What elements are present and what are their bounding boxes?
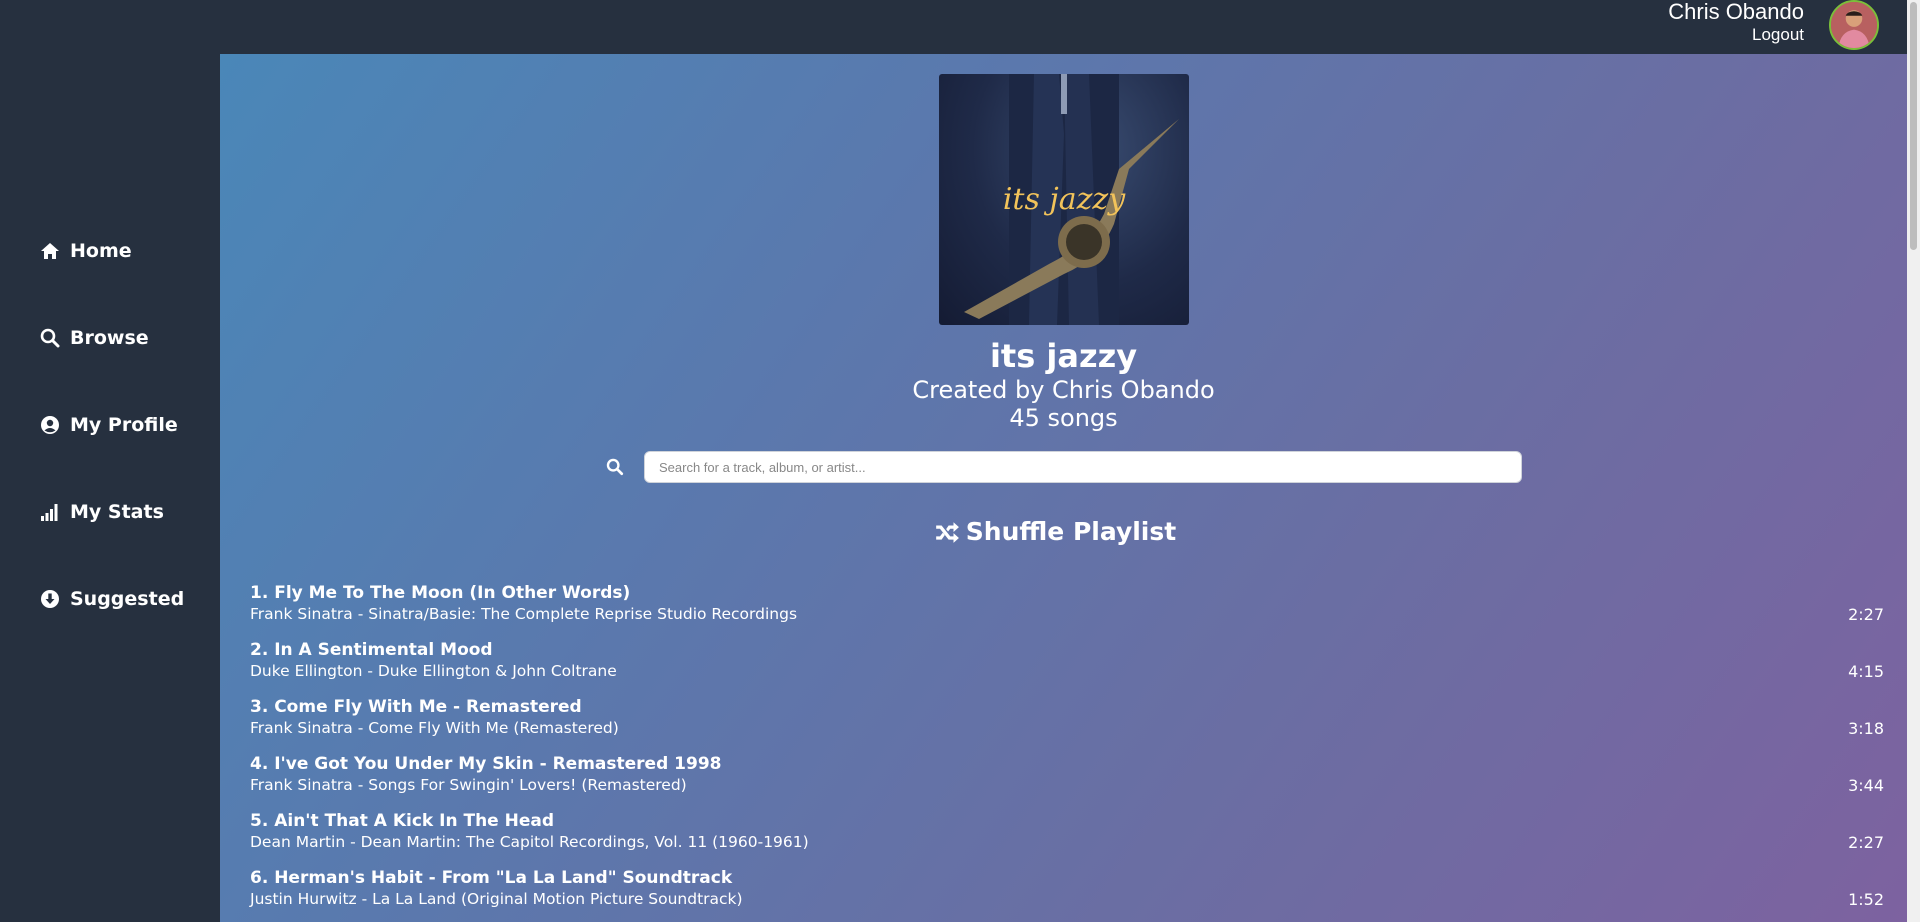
sidebar-item-my-stats[interactable]: My Stats bbox=[40, 501, 164, 523]
track-duration: 3:44 bbox=[1848, 776, 1884, 795]
arrow-down-circle-icon bbox=[41, 590, 59, 608]
sidebar-item-suggested[interactable]: Suggested bbox=[40, 588, 184, 610]
avatar-image bbox=[1831, 2, 1877, 48]
sidebar-item-home[interactable]: Home bbox=[40, 240, 132, 262]
track-search-input[interactable] bbox=[644, 451, 1522, 483]
track-row[interactable]: 3. Come Fly With Me - Remastered Frank S… bbox=[250, 696, 1884, 753]
track-row[interactable]: 2. In A Sentimental Mood Duke Ellington … bbox=[250, 639, 1884, 696]
user-name: Chris Obando bbox=[1668, 0, 1804, 24]
track-subtitle: Frank Sinatra - Songs For Swingin' Lover… bbox=[250, 776, 687, 794]
track-duration: 2:27 bbox=[1848, 605, 1884, 624]
track-subtitle: Duke Ellington - Duke Ellington & John C… bbox=[250, 662, 617, 680]
track-duration: 2:27 bbox=[1848, 833, 1884, 852]
avatar[interactable] bbox=[1829, 0, 1879, 50]
track-title: 2. In A Sentimental Mood bbox=[250, 640, 493, 660]
user-info: Chris Obando Logout bbox=[1668, 0, 1804, 45]
sidebar-item-browse[interactable]: Browse bbox=[40, 327, 149, 349]
track-subtitle: Justin Hurwitz - La La Land (Original Mo… bbox=[250, 890, 743, 908]
track-subtitle: Dean Martin - Dean Martin: The Capitol R… bbox=[250, 833, 809, 851]
search-icon bbox=[606, 458, 624, 476]
sidebar-item-label: My Stats bbox=[70, 501, 164, 523]
user-circle-icon bbox=[41, 416, 59, 434]
track-subtitle: Frank Sinatra - Come Fly With Me (Remast… bbox=[250, 719, 619, 737]
top-bar: Chris Obando Logout bbox=[0, 0, 1907, 54]
playlist-creator: Created by Chris Obando bbox=[912, 376, 1215, 404]
signal-bars-icon bbox=[41, 504, 58, 521]
sidebar: Home Browse My Profile My Stats Suggeste… bbox=[0, 54, 220, 922]
scrollbar-thumb[interactable] bbox=[1910, 2, 1917, 250]
sidebar-item-my-profile[interactable]: My Profile bbox=[40, 414, 178, 436]
track-row[interactable]: 1. Fly Me To The Moon (In Other Words) F… bbox=[250, 582, 1884, 639]
playlist-song-count: 45 songs bbox=[1009, 404, 1118, 432]
track-duration: 1:52 bbox=[1848, 890, 1884, 909]
track-title: 1. Fly Me To The Moon (In Other Words) bbox=[250, 583, 631, 603]
track-row[interactable]: 4. I've Got You Under My Skin - Remaster… bbox=[250, 753, 1884, 810]
track-title: 4. I've Got You Under My Skin - Remaster… bbox=[250, 754, 722, 774]
shuffle-playlist-button[interactable]: Shuffle Playlist bbox=[220, 517, 1890, 546]
cover-title: its jazzy bbox=[1002, 182, 1126, 217]
track-row[interactable]: 5. Ain't That A Kick In The Head Dean Ma… bbox=[250, 810, 1884, 867]
sidebar-item-label: Home bbox=[70, 240, 132, 262]
sidebar-item-label: Suggested bbox=[70, 588, 185, 610]
sidebar-item-label: Browse bbox=[70, 327, 149, 349]
logout-link[interactable]: Logout bbox=[1668, 25, 1804, 45]
shuffle-icon bbox=[935, 521, 959, 543]
playlist-view: its jazzy its jazzy Created by Chris Oba… bbox=[220, 54, 1907, 922]
shuffle-label: Shuffle Playlist bbox=[965, 517, 1177, 546]
track-title: 6. Herman's Habit - From "La La Land" So… bbox=[250, 868, 733, 888]
search-icon bbox=[40, 328, 60, 348]
track-duration: 4:15 bbox=[1848, 662, 1884, 681]
home-icon bbox=[41, 243, 59, 259]
sidebar-item-label: My Profile bbox=[70, 414, 178, 436]
track-row[interactable]: 6. Herman's Habit - From "La La Land" So… bbox=[250, 867, 1884, 922]
page-scrollbar[interactable] bbox=[1907, 0, 1920, 922]
track-duration: 3:18 bbox=[1848, 719, 1884, 738]
track-title: 5. Ain't That A Kick In The Head bbox=[250, 811, 555, 831]
track-subtitle: Frank Sinatra - Sinatra/Basie: The Compl… bbox=[250, 605, 798, 623]
playlist-title: its jazzy bbox=[989, 337, 1138, 375]
track-title: 3. Come Fly With Me - Remastered bbox=[250, 697, 582, 717]
playlist-cover: its jazzy bbox=[939, 74, 1189, 325]
track-list: 1. Fly Me To The Moon (In Other Words) F… bbox=[250, 582, 1884, 922]
